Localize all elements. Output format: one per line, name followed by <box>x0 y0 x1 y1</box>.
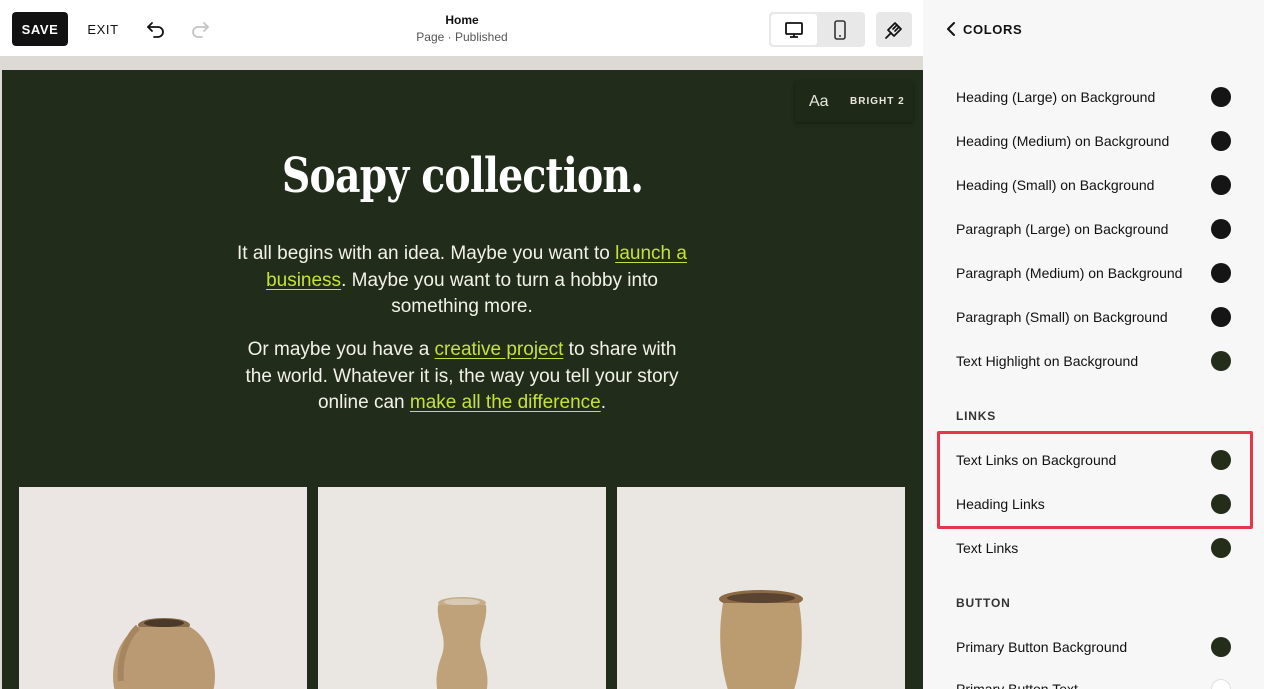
color-row[interactable]: Heading (Medium) on Background <box>956 129 1236 153</box>
color-row[interactable]: Heading (Small) on Background <box>956 173 1236 197</box>
color-row[interactable]: Paragraph (Large) on Background <box>956 217 1236 241</box>
color-row[interactable]: Heading (Large) on Background <box>956 85 1236 109</box>
save-button[interactable]: SAVE <box>12 12 68 46</box>
vase-image <box>436 597 488 689</box>
page-status: Page · Published <box>416 30 508 44</box>
product-image-1[interactable] <box>19 487 307 689</box>
page-canvas: Aa BRIGHT 2 Soapy collection. It all beg… <box>0 56 923 689</box>
device-toggle <box>769 12 865 47</box>
chevron-left-icon <box>947 22 955 36</box>
section-theme-label: BRIGHT 2 <box>850 96 905 107</box>
colors-panel: COLORS Heading (Large) on Background Hea… <box>923 0 1264 689</box>
product-image-3[interactable] <box>617 487 905 689</box>
editor-toolbar: SAVE EXIT Home Page · Published <box>0 0 923 56</box>
panel-title: COLORS <box>963 21 1023 37</box>
desktop-icon <box>785 21 803 38</box>
color-swatch[interactable] <box>1211 263 1231 283</box>
color-swatch[interactable] <box>1211 131 1231 151</box>
redo-icon[interactable] <box>186 15 214 43</box>
vase-image <box>719 590 803 689</box>
button-section-label: BUTTON <box>956 596 1011 610</box>
site-styles-button[interactable] <box>876 12 912 47</box>
links-section-label: LINKS <box>956 409 996 423</box>
make-difference-link[interactable]: make all the difference <box>410 392 601 413</box>
color-row[interactable]: Primary Button Text <box>956 677 1236 689</box>
color-row[interactable]: Primary Button Background <box>956 635 1236 659</box>
color-swatch[interactable] <box>1211 538 1231 558</box>
vase-image <box>113 618 215 689</box>
mobile-icon <box>834 19 846 40</box>
color-swatch[interactable] <box>1211 87 1231 107</box>
desktop-view-button[interactable] <box>771 14 817 45</box>
highlight-annotation <box>937 431 1253 529</box>
color-swatch[interactable] <box>1211 351 1231 371</box>
section-style-chip[interactable]: Aa BRIGHT 2 <box>795 82 913 122</box>
color-swatch[interactable] <box>1211 175 1231 195</box>
color-swatch[interactable] <box>1211 219 1231 239</box>
back-to-colors-button[interactable]: COLORS <box>945 18 1022 40</box>
paintbrush-icon <box>885 21 902 39</box>
color-row[interactable]: Paragraph (Small) on Background <box>956 305 1236 329</box>
hero-paragraph-1[interactable]: It all begins with an idea. Maybe you wa… <box>234 241 690 321</box>
undo-icon[interactable] <box>142 15 170 43</box>
color-swatch[interactable] <box>1211 307 1231 327</box>
color-row[interactable]: Paragraph (Medium) on Background <box>956 261 1236 285</box>
mobile-view-button[interactable] <box>817 14 863 45</box>
exit-button[interactable]: EXIT <box>84 12 122 46</box>
hero-heading[interactable]: Soapy collection. <box>85 148 840 204</box>
product-image-2[interactable] <box>318 487 606 689</box>
font-style-icon: Aa <box>809 93 829 110</box>
color-swatch[interactable] <box>1211 637 1231 657</box>
color-row[interactable]: Text Highlight on Background <box>956 349 1236 373</box>
creative-project-link[interactable]: creative project <box>435 339 564 360</box>
hero-section[interactable]: Aa BRIGHT 2 Soapy collection. It all beg… <box>2 70 923 689</box>
color-swatch[interactable] <box>1211 679 1231 689</box>
hero-paragraph-2[interactable]: Or maybe you have a creative project to … <box>234 337 690 417</box>
color-row[interactable]: Text Links <box>956 536 1236 560</box>
page-title: Home <box>445 13 479 27</box>
